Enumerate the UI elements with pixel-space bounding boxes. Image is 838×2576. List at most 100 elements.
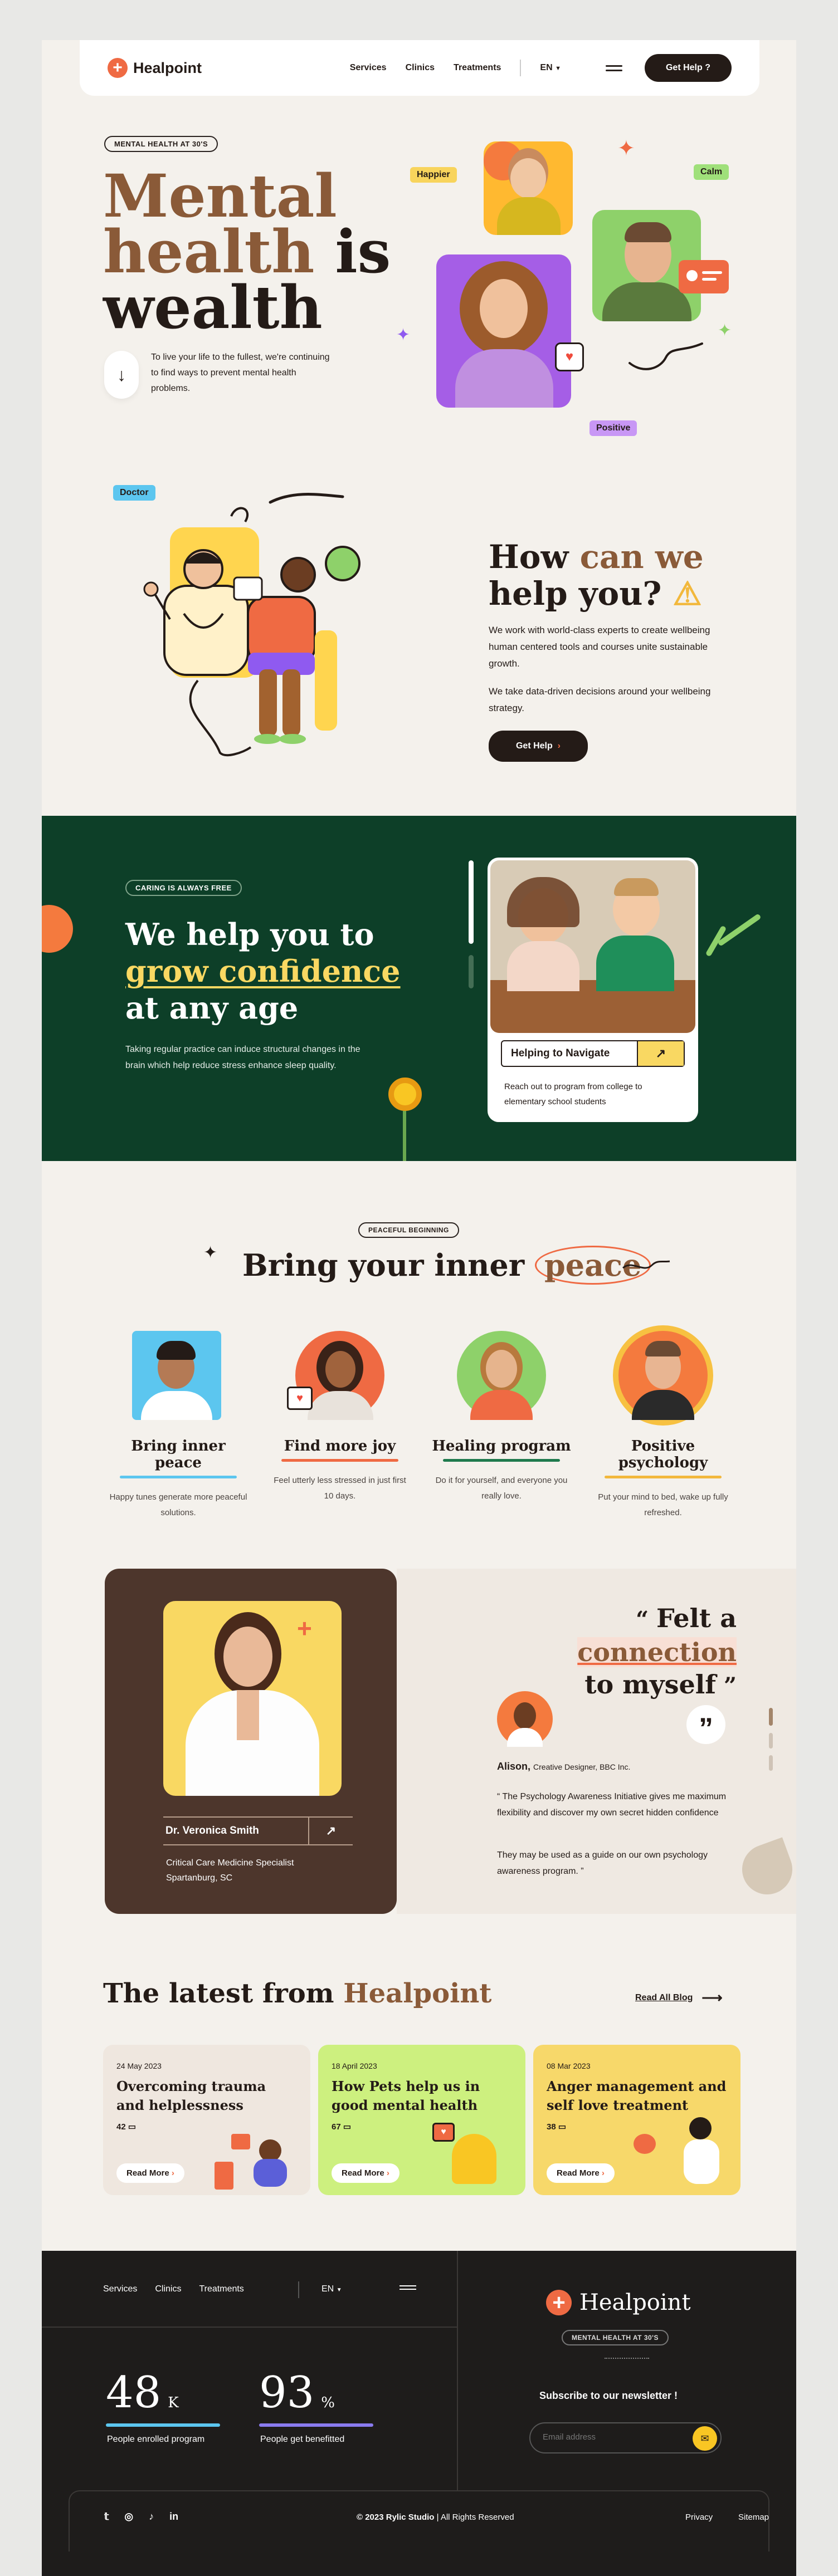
hero-description: To live your life to the fullest, we're … xyxy=(151,352,330,393)
tiktok-icon[interactable]: ♪ xyxy=(149,2511,154,2523)
blog-post-title: Anger management and self love treatment xyxy=(547,2078,727,2113)
read-all-label: Read All Blog xyxy=(635,1992,693,2002)
slider-indicator[interactable] xyxy=(769,1733,773,1749)
menu-icon[interactable] xyxy=(399,2283,416,2292)
testimonial-title: “ Felt a connection to myself ” xyxy=(577,1603,737,1700)
read-more-button[interactable]: Read More › xyxy=(116,2163,184,2183)
confidence-line2: grow confidence xyxy=(125,953,401,989)
privacy-link[interactable]: Privacy xyxy=(685,2513,713,2522)
cat-illustration xyxy=(452,2134,496,2184)
read-more-label: Read More xyxy=(126,2168,169,2178)
stat-underline xyxy=(106,2423,220,2427)
peace-card-4[interactable]: Positive psychology Put your mind to bed… xyxy=(593,1331,733,1521)
navigate-card[interactable]: Helping to Navigate ↗ Reach out to progr… xyxy=(488,858,698,1122)
scroll-down-button[interactable]: ↓ xyxy=(104,351,139,399)
positive-psychology-photo xyxy=(618,1331,708,1420)
blog-card-2[interactable]: 18 April 2023 How Pets help us in good m… xyxy=(318,2045,525,2195)
email-field[interactable]: ✉ xyxy=(529,2422,722,2453)
linkedin-icon[interactable]: in xyxy=(169,2511,178,2523)
navigate-card-title: Helping to Navigate xyxy=(511,1047,610,1059)
plus-icon: + xyxy=(546,2290,572,2315)
nav-link-treatments[interactable]: Treatments xyxy=(454,63,501,73)
doctor-card: + Dr. Veronica Smith ↗ Critical Care Med… xyxy=(105,1569,397,1914)
footer-link-treatments[interactable]: Treatments xyxy=(199,2284,243,2294)
quote-c: to myself xyxy=(584,1669,717,1700)
nav-links: Services Clinics Treatments xyxy=(350,63,501,73)
sparkle-icon: ✦ xyxy=(617,137,635,160)
twitter-icon[interactable]: 𝕥 xyxy=(104,2511,109,2523)
confidence-eyebrow: CARING IS ALWAYS FREE xyxy=(125,880,242,896)
blog-date: 18 April 2023 xyxy=(332,2061,377,2070)
slider-indicator[interactable] xyxy=(769,1755,773,1771)
confidence-title: We help you to grow confidence at any ag… xyxy=(125,916,401,1026)
top-nav: + Healpoint Services Clinics Treatments … xyxy=(80,40,759,96)
testimonial-p1: “ The Psychology Awareness Initiative gi… xyxy=(497,1792,727,1818)
help-cta-label: Get Help xyxy=(515,741,553,751)
rights-text: | All Rights Reserved xyxy=(434,2513,514,2522)
language-select[interactable]: EN ▼ xyxy=(540,63,561,73)
slider-indicator[interactable] xyxy=(469,955,474,988)
read-all-blog-link[interactable]: Read All Blog ⟶ xyxy=(635,1989,723,2006)
warning-icon: ⚠ xyxy=(673,575,702,613)
help-get-help-button[interactable]: Get Help › xyxy=(489,731,588,762)
comment-icon: ▭ xyxy=(558,2122,567,2132)
doctor-name: Dr. Veronica Smith xyxy=(165,1825,259,1836)
read-more-button[interactable]: Read More › xyxy=(547,2163,615,2183)
stat-benefitted: 93% xyxy=(259,2368,335,2418)
sitemap-link[interactable]: Sitemap xyxy=(738,2513,769,2522)
blog-date: 24 May 2023 xyxy=(116,2061,162,2070)
chevron-down-icon: ▼ xyxy=(555,65,561,72)
navigate-card-title-box: Helping to Navigate ↗ xyxy=(501,1040,685,1067)
peace-card-3[interactable]: Healing program Do it for yourself, and … xyxy=(432,1331,571,1504)
peace-card-2[interactable]: ♥ Find more joy Feel utterly less stress… xyxy=(270,1331,410,1504)
email-input[interactable] xyxy=(543,2432,682,2442)
stat-unit: % xyxy=(321,2394,335,2411)
chevron-right-icon: › xyxy=(557,741,561,751)
arrow-up-right-icon[interactable]: ↗ xyxy=(637,1041,684,1066)
read-more-button[interactable]: Read More › xyxy=(332,2163,399,2183)
heart-icon: ♥ xyxy=(555,342,584,371)
footer-logo[interactable]: + Healpoint xyxy=(546,2290,691,2315)
footer-link-clinics[interactable]: Clinics xyxy=(155,2284,181,2294)
get-help-button[interactable]: Get Help ? xyxy=(645,54,732,82)
instagram-icon[interactable]: ◎ xyxy=(124,2511,133,2523)
testimonial-p2: They may be used as a guide on our own p… xyxy=(497,1850,708,1876)
chevron-right-icon: › xyxy=(171,2168,174,2178)
nav-link-services[interactable]: Services xyxy=(350,63,387,73)
flower-icon xyxy=(42,905,73,953)
footer-links: Services Clinics Treatments xyxy=(103,2284,244,2294)
logo[interactable]: + Healpoint xyxy=(108,58,202,78)
doctor-photo xyxy=(163,1601,342,1796)
arrow-up-right-icon[interactable]: ↗ xyxy=(308,1818,353,1844)
menu-icon[interactable] xyxy=(606,62,622,74)
footer-language-select[interactable]: EN ▼ xyxy=(321,2284,342,2294)
kids-photo xyxy=(490,860,695,1033)
stat-unit: K xyxy=(168,2394,179,2411)
confidence-section: CARING IS ALWAYS FREE We help you to gro… xyxy=(42,816,796,1161)
send-icon[interactable]: ✉ xyxy=(693,2426,717,2451)
footer-link-services[interactable]: Services xyxy=(103,2284,137,2294)
nav-link-clinics[interactable]: Clinics xyxy=(406,63,435,73)
social-links: 𝕥 ◎ ♪ in xyxy=(104,2511,178,2523)
heart-icon: ♥ xyxy=(432,2123,455,2142)
blog-illustration xyxy=(215,2128,298,2190)
legal-bar: 𝕥 ◎ ♪ in © 2023 Rylic Studio | All Right… xyxy=(69,2490,769,2551)
chat-bubble-icon xyxy=(679,260,729,293)
blog-card-3[interactable]: 08 Mar 2023 Anger management and self lo… xyxy=(533,2045,740,2195)
blog-card-1[interactable]: 24 May 2023 Overcoming trauma and helple… xyxy=(103,2045,310,2195)
decoration xyxy=(605,2358,649,2361)
slider-indicator[interactable] xyxy=(769,1708,773,1726)
footer-badge: MENTAL HEALTH AT 30'S xyxy=(562,2330,669,2345)
squiggle-icon xyxy=(622,1260,670,1269)
peace-card-text: Feel utterly less stressed in just first… xyxy=(274,1476,406,1501)
slider-indicator[interactable] xyxy=(469,860,474,944)
peace-card-1[interactable]: Bring inner peace Happy tunes generate m… xyxy=(109,1331,248,1521)
squiggle-icon xyxy=(628,342,703,370)
healing-program-photo xyxy=(457,1331,546,1420)
language-label: EN xyxy=(540,63,553,72)
peace-card-text: Put your mind to bed, wake up fully refr… xyxy=(598,1492,728,1517)
footer-language-label: EN xyxy=(321,2284,334,2294)
author-name: Alison, xyxy=(497,1761,531,1772)
peace-card-title: Healing program xyxy=(432,1438,571,1454)
peace-title-a: Bring your inner xyxy=(242,1247,535,1283)
